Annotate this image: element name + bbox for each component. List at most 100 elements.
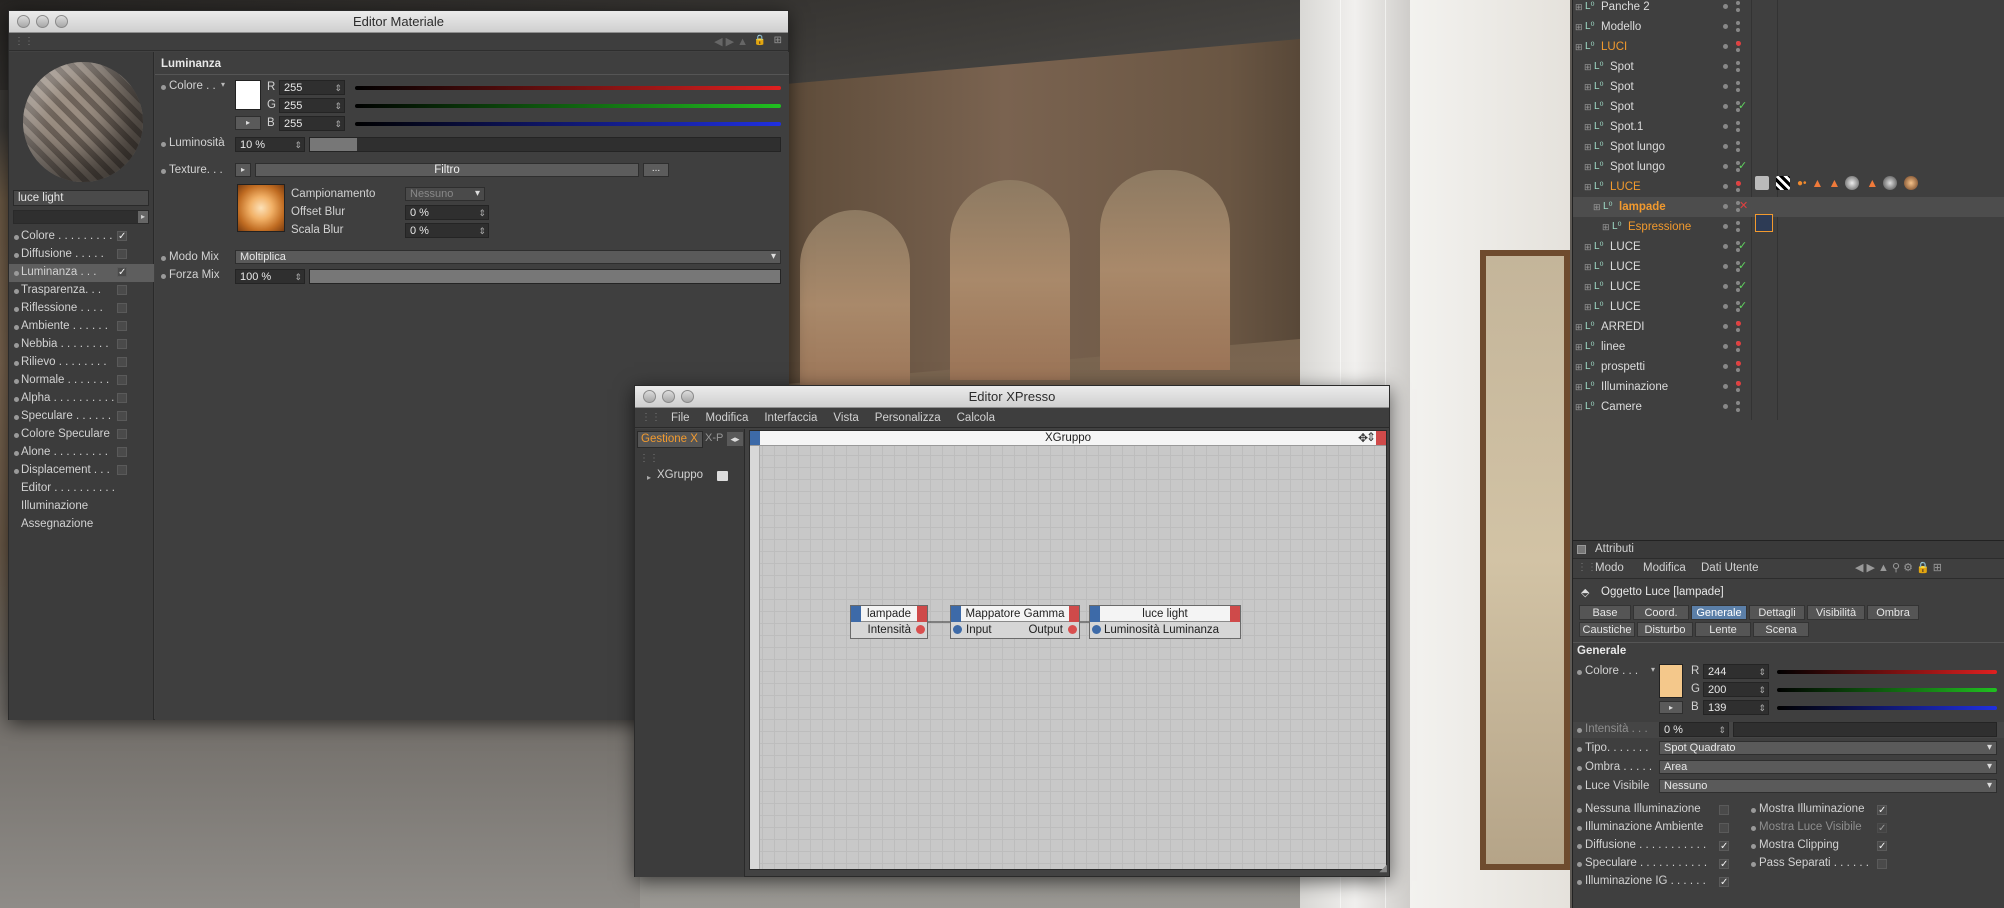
editor-visibility-dot[interactable]: [1723, 384, 1728, 389]
expand-toggle-icon[interactable]: ⊞: [1575, 317, 1583, 337]
zoom-button[interactable]: [55, 15, 68, 28]
object-row[interactable]: ⊞ L⁰ LUCI: [1573, 37, 2004, 57]
render-off-dot[interactable]: [1736, 181, 1741, 186]
scale-blur-field[interactable]: 0 %: [405, 223, 489, 238]
checkbox[interactable]: [1719, 823, 1729, 833]
mix-strength-field[interactable]: 100 %: [235, 269, 305, 284]
render-visibility-dot[interactable]: [1736, 221, 1740, 225]
brightness-slider[interactable]: [309, 137, 781, 152]
node-lampade[interactable]: lampade Intensità: [850, 605, 928, 639]
material-editor-titlebar[interactable]: Editor Materiale: [9, 11, 788, 33]
expand-toggle-icon[interactable]: ⊞: [1584, 237, 1592, 257]
object-name[interactable]: Espressione: [1628, 217, 1691, 237]
editor-visibility-dot[interactable]: [1723, 24, 1728, 29]
channel-checkbox[interactable]: [117, 411, 127, 421]
expand-toggle-icon[interactable]: ⊞: [1575, 17, 1583, 37]
expand-toggle-icon[interactable]: ⊞: [1584, 257, 1592, 277]
color-swatch[interactable]: [235, 80, 261, 110]
object-name[interactable]: Modello: [1601, 17, 1641, 37]
checkbox[interactable]: ✓: [1719, 841, 1729, 852]
input-pin-icon[interactable]: [1092, 625, 1101, 634]
dropdown-arrow-icon[interactable]: ▾: [1651, 665, 1655, 674]
expand-toggle-icon[interactable]: ⊞: [1602, 217, 1610, 237]
channel-item[interactable]: Speculare . . . . . .: [9, 408, 154, 426]
xpresso-canvas[interactable]: XGruppo ✥ ⇕ lampade Intensità Mappatore …: [749, 430, 1387, 870]
channel-checkbox[interactable]: ✓: [117, 231, 127, 242]
attribute-tab[interactable]: Dettagli: [1749, 605, 1805, 620]
editor-visibility-dot[interactable]: [1723, 184, 1728, 189]
editor-visibility-dot[interactable]: [1723, 364, 1728, 369]
grip-icon[interactable]: ⋮⋮: [641, 412, 661, 423]
panel-menu-icon[interactable]: [1577, 545, 1586, 554]
attribute-tab[interactable]: Coord.: [1633, 605, 1689, 620]
render-visibility-dot[interactable]: [1736, 121, 1740, 125]
color-expand-button[interactable]: ▸: [1659, 701, 1683, 714]
tab-x-pool[interactable]: X-P: [705, 431, 725, 448]
sampling-dropdown[interactable]: Nessuno: [405, 187, 485, 201]
enabled-check-icon[interactable]: ✓: [1738, 99, 1747, 112]
object-name[interactable]: LUCE: [1610, 297, 1641, 317]
menu-dati-utente[interactable]: Dati Utente: [1701, 562, 1759, 574]
channel-checkbox[interactable]: [117, 285, 127, 295]
object-name[interactable]: Spot.1: [1610, 117, 1643, 137]
render-visibility-dot[interactable]: [1736, 128, 1740, 132]
dropdown-arrow-icon[interactable]: ▾: [221, 80, 225, 89]
red-slider[interactable]: [355, 86, 781, 90]
editor-visibility-dot[interactable]: [1723, 324, 1728, 329]
channel-checkbox[interactable]: [117, 339, 127, 349]
attribute-tab[interactable]: Base: [1579, 605, 1631, 620]
menu-item[interactable]: File: [671, 412, 690, 424]
enabled-check-icon[interactable]: ✓: [1738, 239, 1747, 252]
cone-tag-icon[interactable]: ▲: [1866, 176, 1878, 190]
xpresso-titlebar[interactable]: Editor XPresso: [635, 386, 1389, 408]
menu-item[interactable]: Modifica: [706, 412, 749, 424]
close-button[interactable]: [643, 390, 656, 403]
new-window-icon[interactable]: ⊞: [774, 35, 782, 46]
attribute-tab[interactable]: Generale: [1691, 605, 1747, 620]
render-off-dot[interactable]: [1736, 341, 1741, 346]
expand-toggle-icon[interactable]: ⊞: [1575, 37, 1583, 57]
editor-visibility-dot[interactable]: [1723, 404, 1728, 409]
tree-item-xgruppo[interactable]: XGruppo: [657, 469, 703, 481]
render-visibility-dot[interactable]: [1736, 48, 1740, 52]
render-visibility-dot[interactable]: [1736, 328, 1740, 332]
xpresso-tag-icon[interactable]: [1755, 214, 1773, 232]
render-visibility-dot[interactable]: [1736, 228, 1740, 232]
texture-tag-icon[interactable]: [1755, 176, 1769, 190]
render-visibility-dot[interactable]: [1736, 81, 1740, 85]
render-visibility-dot[interactable]: [1736, 8, 1740, 12]
green-slider[interactable]: [1777, 688, 1997, 692]
render-visibility-dot[interactable]: [1736, 348, 1740, 352]
checkbox[interactable]: ✓: [1877, 805, 1887, 816]
green-slider[interactable]: [355, 104, 781, 108]
object-name[interactable]: linee: [1601, 337, 1625, 357]
channel-item[interactable]: Trasparenza. . .: [9, 282, 154, 300]
intensity-field[interactable]: 0 %: [1659, 722, 1729, 737]
object-row[interactable]: ⊞ L⁰ Illuminazione: [1573, 377, 2004, 397]
blue-slider[interactable]: [355, 122, 781, 126]
light-color-swatch[interactable]: [1659, 664, 1683, 698]
nav-arrows-icon[interactable]: ◀ ▶ ▲: [714, 35, 748, 48]
object-row[interactable]: ⊞ L⁰ LUCE: [1573, 297, 2004, 317]
expand-toggle-icon[interactable]: ⊞: [1584, 117, 1592, 137]
channel-checkbox[interactable]: [117, 357, 127, 367]
object-name[interactable]: LUCE: [1610, 177, 1641, 197]
render-off-dot[interactable]: [1736, 381, 1741, 386]
enabled-check-icon[interactable]: ✓: [1738, 259, 1747, 272]
attribute-tab[interactable]: Caustiche: [1579, 622, 1635, 637]
editor-visibility-dot[interactable]: [1723, 244, 1728, 249]
render-off-dot[interactable]: [1736, 41, 1741, 46]
channel-item[interactable]: Riflessione . . . .: [9, 300, 154, 318]
object-row[interactable]: ⊞ L⁰ ARREDI: [1573, 317, 2004, 337]
checkbox[interactable]: [1719, 805, 1729, 815]
object-name[interactable]: Spot: [1610, 77, 1634, 97]
material-tag-icon[interactable]: [1883, 176, 1898, 190]
editor-visibility-dot[interactable]: [1723, 124, 1728, 129]
material-preview-sphere[interactable]: [23, 62, 143, 182]
editor-visibility-dot[interactable]: [1723, 44, 1728, 49]
object-row[interactable]: ⊞ L⁰ Spot: [1573, 57, 2004, 77]
grip-icon[interactable]: ⋮⋮: [639, 453, 659, 464]
editor-visibility-dot[interactable]: [1723, 104, 1728, 109]
nav-arrows-icon[interactable]: ◀ ▶ ▲ ⚲ ⚙ 🔒 ⊞: [1855, 561, 1942, 574]
brightness-field[interactable]: 10 %: [235, 137, 305, 152]
